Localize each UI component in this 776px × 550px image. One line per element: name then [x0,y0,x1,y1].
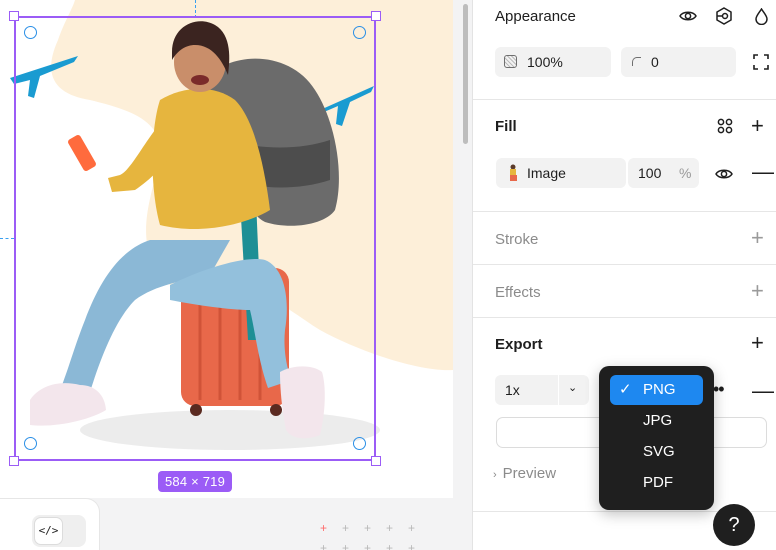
corner-radius-handle[interactable] [24,26,37,39]
fill-opacity-field[interactable]: 100 % [628,158,699,188]
format-option-png[interactable]: ✓ PNG [610,375,703,405]
scrollbar-thumb[interactable] [463,4,468,144]
add-fill-button[interactable]: + [751,115,764,137]
format-option-svg[interactable]: SVG [610,437,703,467]
fill-section: Fill + Image 100 % — [473,100,776,212]
fill-title: Fill [495,118,517,135]
fill-opacity-value: 100 [638,165,662,181]
image-thumbnail-icon [506,164,520,182]
preview-label: Preview [502,465,557,482]
appearance-section: Appearance 100% 0 [473,0,776,100]
resize-handle-top-left[interactable] [9,11,19,21]
preview-toggle[interactable]: › Preview [493,465,556,482]
add-effect-button[interactable]: + [751,280,764,302]
effects-title: Effects [495,284,541,301]
format-option-jpg[interactable]: JPG [610,406,703,436]
fill-visibility-eye-icon[interactable] [713,164,735,184]
selection-box[interactable] [14,16,376,461]
corner-radius-icon [632,57,641,66]
fill-opacity-unit: % [679,165,692,181]
format-option-label: SVG [643,443,675,460]
stroke-title: Stroke [495,231,539,248]
design-canvas[interactable]: 584 × 719 </> + + + + + + + + + + [0,0,462,550]
export-title: Export [495,336,543,353]
corner-radius-handle[interactable] [24,437,37,450]
stroke-section: Stroke + [473,212,776,265]
selection-size-badge: 584 × 719 [158,471,232,492]
resize-handle-top-right[interactable] [371,11,381,21]
more-options-icon[interactable]: •• [713,380,725,398]
remove-fill-button[interactable]: — [752,161,774,183]
corner-radius-field[interactable]: 0 [621,47,736,77]
format-option-label: PDF [643,474,673,491]
checkmark-icon: ✓ [619,381,632,398]
opacity-field[interactable]: 100% [495,47,611,77]
expand-corners-icon[interactable] [751,52,771,72]
add-export-button[interactable]: + [751,332,764,354]
resize-handle-bottom-left[interactable] [9,456,19,466]
opacity-value: 100% [527,54,563,70]
effects-section: Effects + [473,265,776,318]
drop-icon[interactable] [752,5,770,27]
format-option-pdf[interactable]: PDF [610,468,703,498]
opacity-icon [504,55,517,68]
fill-type-label: Image [527,165,566,181]
appearance-title: Appearance [495,8,576,25]
export-scale-value: 1x [505,382,520,398]
help-button[interactable]: ? [713,504,755,546]
code-icon[interactable]: </> [34,517,63,545]
chevron-down-icon [558,375,559,405]
remove-export-button[interactable]: — [752,380,774,402]
corner-radius-value: 0 [651,54,659,70]
fill-styles-icon[interactable] [715,116,735,136]
chevron-right-icon: › [493,469,497,481]
resize-handle-bottom-right[interactable] [371,456,381,466]
target-icon[interactable] [713,5,735,27]
corner-radius-handle[interactable] [353,437,366,450]
format-option-label: PNG [643,381,676,398]
export-scale-select[interactable]: 1x ⌄ [495,375,589,405]
fill-image-field[interactable]: Image [496,158,626,188]
add-stroke-button[interactable]: + [751,227,764,249]
corner-radius-handle[interactable] [353,26,366,39]
horizontal-guide [0,238,14,239]
eye-icon[interactable] [677,6,699,26]
format-option-label: JPG [643,412,673,429]
export-format-menu: ✓ PNG JPG SVG PDF [599,366,714,510]
chevron-down-icon: ⌄ [568,382,578,394]
